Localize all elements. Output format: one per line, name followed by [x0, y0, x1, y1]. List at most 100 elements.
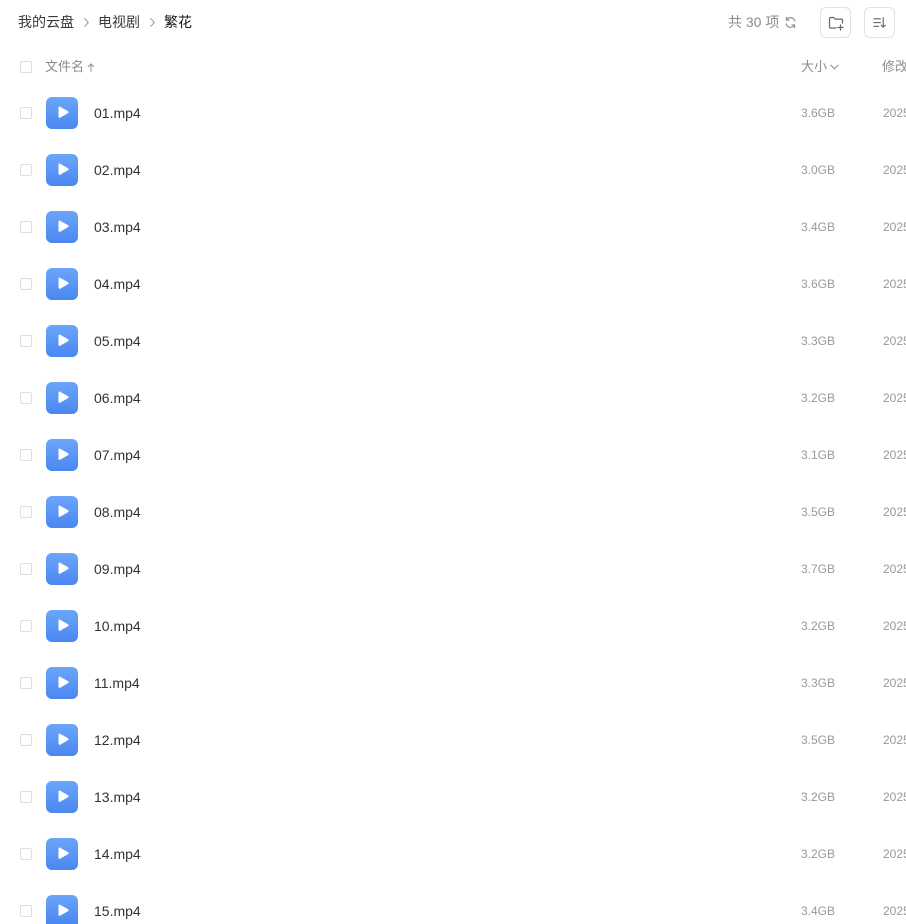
new-folder-icon — [828, 16, 844, 31]
file-row[interactable]: 11.mp4 3.3GB 2025 — [0, 655, 906, 712]
sort-button[interactable] — [864, 7, 895, 38]
play-icon — [58, 334, 69, 346]
file-row[interactable]: 05.mp4 3.3GB 2025 — [0, 313, 906, 370]
file-row[interactable]: 02.mp4 3.0GB 2025 — [0, 142, 906, 199]
file-row[interactable]: 04.mp4 3.6GB 2025 — [0, 256, 906, 313]
row-checkbox[interactable] — [20, 563, 32, 575]
file-name[interactable]: 15.mp4 — [94, 895, 141, 924]
select-all-checkbox[interactable] — [20, 61, 32, 73]
file-row[interactable]: 13.mp4 3.2GB 2025 — [0, 769, 906, 826]
file-row[interactable]: 09.mp4 3.7GB 2025 — [0, 541, 906, 598]
list-header: 文件名 大小 修改 — [0, 52, 906, 82]
video-file-icon — [46, 610, 78, 642]
file-row[interactable]: 03.mp4 3.4GB 2025 — [0, 199, 906, 256]
row-checkbox[interactable] — [20, 392, 32, 404]
file-row[interactable]: 06.mp4 3.2GB 2025 — [0, 370, 906, 427]
file-row[interactable]: 07.mp4 3.1GB 2025 — [0, 427, 906, 484]
file-name[interactable]: 07.mp4 — [94, 439, 141, 471]
file-name[interactable]: 03.mp4 — [94, 211, 141, 243]
row-checkbox[interactable] — [20, 164, 32, 176]
video-file-icon — [46, 211, 78, 243]
file-modified: 2025 — [883, 163, 906, 177]
video-file-icon — [46, 724, 78, 756]
new-folder-button[interactable] — [820, 7, 851, 38]
video-file-icon — [46, 496, 78, 528]
row-checkbox[interactable] — [20, 620, 32, 632]
play-icon — [58, 106, 69, 118]
item-count-group: 共 30 项 — [728, 12, 797, 32]
breadcrumb-item-current-folder: 繁花 — [164, 14, 192, 30]
play-icon — [58, 562, 69, 574]
play-icon — [58, 391, 69, 403]
arrow-up-icon — [87, 62, 95, 73]
file-row[interactable]: 08.mp4 3.5GB 2025 — [0, 484, 906, 541]
column-header-size-label: 大小 — [801, 59, 828, 74]
file-modified: 2025 — [883, 220, 906, 234]
file-size: 3.1GB — [801, 448, 836, 462]
top-bar: 我的云盘 电视剧 繁花 共 30 项 — [0, 0, 906, 44]
file-name[interactable]: 04.mp4 — [94, 268, 141, 300]
video-file-icon — [46, 838, 78, 870]
file-size: 3.4GB — [801, 904, 836, 918]
file-modified: 2025 — [883, 391, 906, 405]
file-modified: 2025 — [883, 904, 906, 918]
file-size: 3.4GB — [801, 220, 836, 234]
column-header-name-label: 文件名 — [45, 59, 85, 74]
row-checkbox[interactable] — [20, 905, 32, 917]
column-header-size[interactable]: 大小 — [801, 52, 839, 82]
file-row[interactable]: 01.mp4 3.6GB 2025 — [0, 85, 906, 142]
video-file-icon — [46, 97, 78, 129]
file-row[interactable]: 12.mp4 3.5GB 2025 — [0, 712, 906, 769]
file-name[interactable]: 09.mp4 — [94, 553, 141, 585]
file-browser: 我的云盘 电视剧 繁花 共 30 项 文件名 大小 修改 01.mp4 3.6G… — [0, 0, 906, 924]
video-file-icon — [46, 781, 78, 813]
file-modified: 2025 — [883, 733, 906, 747]
breadcrumb-item-tv-series[interactable]: 电视剧 — [98, 12, 140, 32]
row-checkbox[interactable] — [20, 506, 32, 518]
file-name[interactable]: 12.mp4 — [94, 724, 141, 756]
file-modified: 2025 — [883, 106, 906, 120]
refresh-button[interactable] — [783, 15, 797, 29]
video-file-icon — [46, 325, 78, 357]
row-checkbox[interactable] — [20, 335, 32, 347]
play-icon — [58, 733, 69, 745]
row-checkbox[interactable] — [20, 449, 32, 461]
file-size: 3.7GB — [801, 562, 836, 576]
play-icon — [58, 448, 69, 460]
file-name[interactable]: 11.mp4 — [94, 667, 140, 699]
file-name[interactable]: 08.mp4 — [94, 496, 141, 528]
row-checkbox[interactable] — [20, 278, 32, 290]
file-size: 3.5GB — [801, 733, 836, 747]
play-icon — [58, 904, 69, 916]
row-checkbox[interactable] — [20, 791, 32, 803]
chevron-down-icon — [830, 64, 839, 70]
file-row[interactable]: 15.mp4 3.4GB 2025 — [0, 883, 906, 924]
file-row[interactable]: 10.mp4 3.2GB 2025 — [0, 598, 906, 655]
row-checkbox[interactable] — [20, 107, 32, 119]
file-name[interactable]: 02.mp4 — [94, 154, 141, 186]
play-icon — [58, 277, 69, 289]
row-checkbox[interactable] — [20, 221, 32, 233]
file-name[interactable]: 06.mp4 — [94, 382, 141, 414]
video-file-icon — [46, 895, 78, 924]
file-name[interactable]: 13.mp4 — [94, 781, 141, 813]
file-modified: 2025 — [883, 277, 906, 291]
row-checkbox[interactable] — [20, 734, 32, 746]
breadcrumb-item-my-drive[interactable]: 我的云盘 — [18, 12, 74, 32]
file-size: 3.2GB — [801, 790, 836, 804]
column-header-modified[interactable]: 修改 — [882, 52, 906, 82]
file-size: 3.2GB — [801, 619, 836, 633]
file-size: 3.3GB — [801, 676, 836, 690]
file-name[interactable]: 14.mp4 — [94, 838, 141, 870]
play-icon — [58, 619, 69, 631]
file-name[interactable]: 10.mp4 — [94, 610, 141, 642]
file-size: 3.2GB — [801, 391, 836, 405]
file-name[interactable]: 01.mp4 — [94, 97, 141, 129]
video-file-icon — [46, 439, 78, 471]
file-name[interactable]: 05.mp4 — [94, 325, 141, 357]
item-count: 共 30 项 — [728, 14, 780, 30]
row-checkbox[interactable] — [20, 848, 32, 860]
column-header-name[interactable]: 文件名 — [45, 52, 95, 82]
row-checkbox[interactable] — [20, 677, 32, 689]
file-row[interactable]: 14.mp4 3.2GB 2025 — [0, 826, 906, 883]
